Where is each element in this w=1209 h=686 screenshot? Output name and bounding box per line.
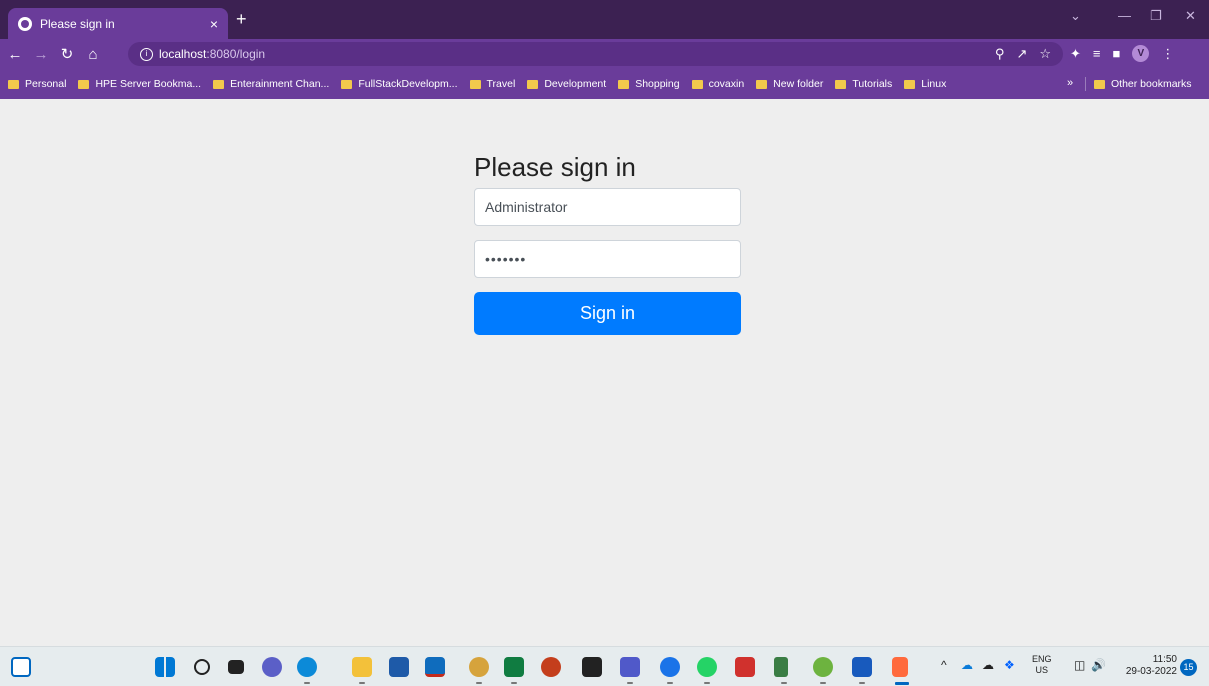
search-icon[interactable] xyxy=(194,659,210,675)
tab-strip: Please sign in × + ⌄ — ❐ ✕ xyxy=(0,0,1209,39)
start-icon[interactable] xyxy=(155,657,175,677)
language-indicator[interactable]: ENG US xyxy=(1032,654,1052,676)
folder-icon xyxy=(8,79,19,89)
folder-icon xyxy=(618,79,630,89)
network-icon[interactable]: ◫ xyxy=(1074,658,1085,672)
taskbar: ^ ☁ ☁ ❖ ENG US ◫ 🔊 11:50 29-03-2022 15 xyxy=(0,646,1209,686)
bookmark-new-folder[interactable]: New folder xyxy=(756,78,823,90)
bookmarks-separator xyxy=(1085,77,1086,91)
widgets-icon[interactable] xyxy=(11,657,31,677)
snipping-tool-icon[interactable] xyxy=(892,657,909,685)
address-bar[interactable]: i localhost:8080/login ⚲ ↗ ☆ xyxy=(128,42,1063,66)
folder-icon xyxy=(691,79,703,89)
excel-icon[interactable] xyxy=(504,657,524,684)
side-panel-icon[interactable]: ■ xyxy=(1113,46,1121,61)
bookmarks-bar: Personal HPE Server Bookma... Enterainme… xyxy=(0,69,1209,99)
folder-icon xyxy=(527,79,539,89)
folder-icon xyxy=(1094,79,1105,89)
browser-toolbar: ← → ↻ ⌂ i localhost:8080/login ⚲ ↗ ☆ ✦ ≡… xyxy=(0,39,1209,69)
star-icon[interactable]: ☆ xyxy=(1039,46,1051,62)
folder-icon xyxy=(341,79,353,89)
edge-icon[interactable] xyxy=(297,657,317,684)
profile-avatar[interactable]: V xyxy=(1132,45,1150,62)
bookmark-tutorials[interactable]: Tutorials xyxy=(835,78,892,90)
store-icon[interactable] xyxy=(389,657,409,677)
bookmark-travel[interactable]: Travel xyxy=(469,78,515,90)
outlook-icon[interactable] xyxy=(425,657,445,677)
tab-please-sign-in[interactable]: Please sign in × xyxy=(8,8,228,39)
password-input[interactable] xyxy=(474,240,741,278)
tab-title: Please sign in xyxy=(40,16,115,31)
bookmark-fullstack[interactable]: FullStackDevelopm... xyxy=(341,78,458,90)
info-icon[interactable]: i xyxy=(140,47,153,61)
bookmark-development[interactable]: Development xyxy=(527,78,606,90)
word-icon[interactable] xyxy=(852,657,872,684)
folder-icon xyxy=(469,79,481,89)
teams-icon[interactable] xyxy=(620,657,640,684)
bookmark-linux[interactable]: Linux xyxy=(904,78,946,90)
close-window-button[interactable]: ✕ xyxy=(1185,8,1196,24)
folder-icon xyxy=(213,79,225,89)
sticky-notes-icon[interactable] xyxy=(582,657,602,677)
signin-form: Please sign in Sign in xyxy=(474,150,741,335)
volume-icon[interactable]: 🔊 xyxy=(1091,658,1106,672)
bookmark-entertainment[interactable]: Enterainment Chan... xyxy=(213,78,329,90)
tab-close-button[interactable]: × xyxy=(210,16,218,32)
reload-icon[interactable]: ↻ xyxy=(56,45,78,63)
extensions-icon[interactable]: ✦ xyxy=(1070,46,1081,62)
folder-icon xyxy=(756,79,768,89)
home-icon[interactable]: ⌂ xyxy=(82,46,104,63)
bookmark-shopping[interactable]: Shopping xyxy=(618,78,680,90)
reading-list-icon[interactable]: ≡ xyxy=(1093,46,1101,61)
folder-icon xyxy=(904,79,916,89)
bookmark-other[interactable]: Other bookmarks xyxy=(1094,69,1192,99)
folder-icon xyxy=(78,79,90,89)
task-view-icon[interactable] xyxy=(228,660,244,674)
signin-button[interactable]: Sign in xyxy=(474,292,741,335)
onedrive-icon[interactable]: ☁ xyxy=(961,658,973,672)
chat-icon[interactable] xyxy=(262,657,282,677)
folder-icon xyxy=(835,79,847,89)
bookmark-hpe-server[interactable]: HPE Server Bookma... xyxy=(78,78,201,90)
key-icon[interactable]: ⚲ xyxy=(995,46,1005,62)
bookmark-covaxin[interactable]: covaxin xyxy=(691,78,744,90)
dropbox-icon[interactable]: ❖ xyxy=(1004,658,1015,672)
cloud-icon[interactable]: ☁ xyxy=(982,658,994,672)
bookmark-personal[interactable]: Personal xyxy=(8,78,66,90)
menu-icon[interactable]: ⋮ xyxy=(1161,46,1174,62)
bookmarks-overflow-button[interactable]: » xyxy=(1067,77,1073,89)
url-host: localhost xyxy=(159,47,207,61)
share-icon[interactable]: ↗ xyxy=(1016,46,1027,62)
username-input[interactable] xyxy=(474,188,741,226)
new-tab-button[interactable]: + xyxy=(236,10,247,28)
chrome-icon[interactable] xyxy=(469,657,489,684)
acrobat-icon[interactable] xyxy=(735,657,755,677)
restore-button[interactable]: ❐ xyxy=(1150,8,1162,24)
url-path: :8080/login xyxy=(206,47,266,61)
globe-icon xyxy=(18,16,32,31)
git-icon[interactable] xyxy=(774,657,788,684)
spring-icon[interactable] xyxy=(813,657,833,684)
page-title: Please sign in xyxy=(474,152,636,182)
notification-badge[interactable]: 15 xyxy=(1180,659,1197,676)
minimize-button[interactable]: — xyxy=(1118,8,1131,23)
forward-arrow-icon[interactable]: → xyxy=(30,46,52,63)
chrome-profile-icon[interactable] xyxy=(660,657,680,684)
whatsapp-icon[interactable] xyxy=(697,657,717,684)
tab-search-icon[interactable]: ⌄ xyxy=(1070,8,1081,24)
back-arrow-icon[interactable]: ← xyxy=(4,46,26,63)
file-explorer-icon[interactable] xyxy=(352,657,372,684)
powerpoint-icon[interactable] xyxy=(541,657,561,677)
chevron-up-icon[interactable]: ^ xyxy=(941,658,947,672)
clock[interactable]: 11:50 29-03-2022 xyxy=(1125,654,1177,678)
